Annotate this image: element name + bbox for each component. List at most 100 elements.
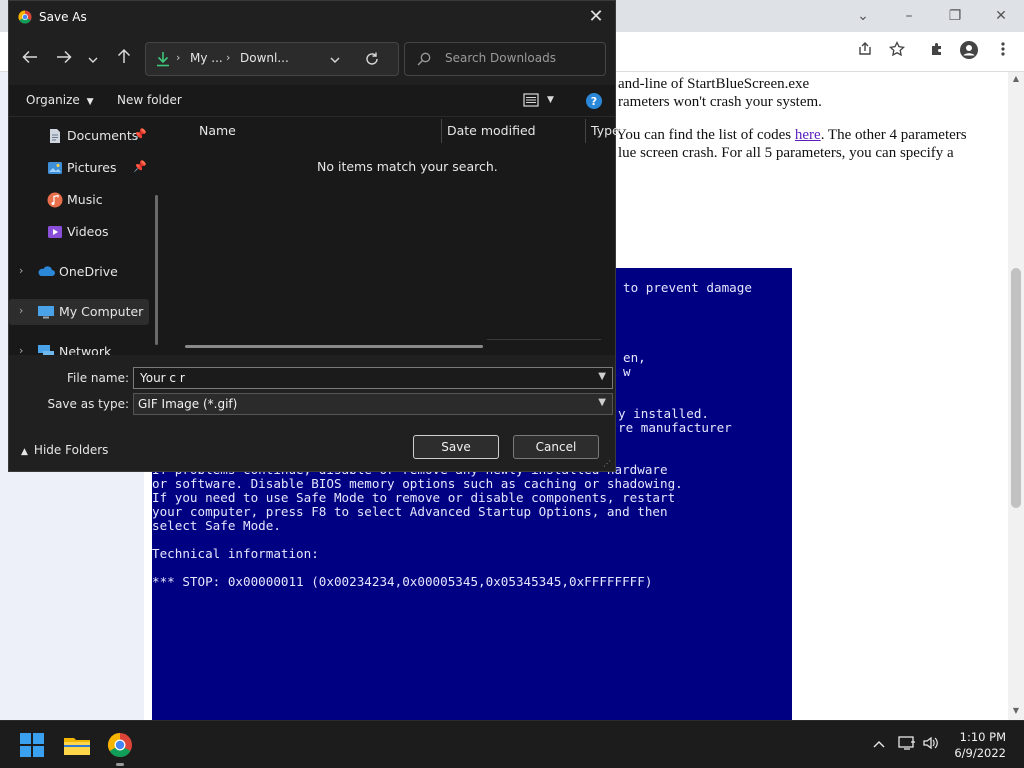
expand-chevron-icon[interactable]: › [19, 304, 23, 317]
dialog-command-bar: Organize ▼ New folder ▼ ? [9, 85, 615, 117]
refresh-icon[interactable] [364, 51, 380, 70]
hide-folders-label: Hide Folders [33, 443, 109, 457]
up-arrow-icon[interactable] [111, 47, 137, 71]
back-arrow-icon[interactable] [17, 47, 43, 71]
bsod-stop-code: *** STOP: 0x00000011 (0x00234234,0x00005… [152, 574, 653, 589]
page-text-line: and-line of StartBlueScreen.exe [618, 76, 810, 92]
forward-arrow-icon[interactable] [51, 47, 77, 71]
organize-button[interactable]: Organize ▼ [26, 93, 94, 107]
bookmark-star-icon[interactable] [884, 40, 910, 64]
bsod-text-line: If you need to use Safe Mode to remove o… [152, 490, 676, 505]
nav-item-documents[interactable]: Documents 📌 [9, 123, 149, 149]
minimize-button[interactable]: – [886, 4, 932, 28]
navigation-pane-scrollbar[interactable] [155, 195, 158, 345]
nav-item-label: My Computer [59, 304, 144, 319]
chevron-up-icon: ▲ [21, 447, 28, 457]
file-explorer-icon[interactable] [61, 729, 93, 761]
nav-item-videos[interactable]: Videos [9, 219, 149, 245]
save-as-type-label: Save as type: [47, 397, 129, 411]
column-header-name[interactable]: Name [199, 123, 236, 138]
save-options-panel: File name: Your c r ▼ Save as type: GIF … [9, 355, 615, 471]
chrome-icon [17, 9, 33, 25]
pin-icon: 📌 [133, 128, 147, 141]
scroll-up-arrow-icon[interactable]: ▲ [1008, 72, 1024, 86]
nav-item-label: Pictures [67, 160, 117, 175]
nav-item-label: Videos [67, 224, 109, 239]
bsod-text-line: select Safe Mode. [152, 518, 281, 533]
taskbar: 1:10 PM 6/9/2022 [0, 720, 1024, 768]
dialog-close-button[interactable]: ✕ [581, 3, 611, 31]
column-header-date-modified[interactable]: Date modified [447, 123, 536, 138]
bsod-text-line: your computer, press F8 to select Advanc… [152, 504, 668, 519]
documents-icon [47, 128, 63, 144]
breadcrumb-segment[interactable]: My ... [190, 51, 223, 65]
expand-chevron-icon[interactable]: › [19, 264, 23, 277]
pictures-icon [47, 160, 63, 176]
resize-grip-icon[interactable]: ⋰ [603, 459, 611, 468]
nav-item-my-computer[interactable]: › My Computer [9, 299, 149, 325]
cancel-button[interactable]: Cancel [513, 435, 599, 459]
column-divider[interactable] [441, 119, 442, 143]
chrome-icon[interactable] [104, 729, 136, 766]
page-text-line: rameters won't crash your system. [618, 94, 822, 110]
search-input[interactable]: Search Downloads [404, 42, 606, 76]
recent-locations-chevron-icon[interactable] [83, 47, 103, 71]
dialog-title: Save As [39, 10, 87, 24]
address-bar[interactable]: › My ... › Downl... [145, 42, 399, 76]
profile-avatar-icon[interactable] [956, 40, 982, 64]
bsod-text-line: y installed. [618, 406, 709, 421]
network-icon[interactable] [896, 735, 918, 755]
horizontal-scrollbar[interactable] [185, 345, 483, 348]
view-options-icon[interactable] [523, 93, 539, 110]
view-dropdown-chevron-icon[interactable]: ▼ [547, 95, 554, 105]
close-window-button[interactable]: ✕ [978, 4, 1024, 28]
dialog-titlebar[interactable]: Save As ✕ [9, 1, 615, 33]
scroll-down-arrow-icon[interactable]: ▼ [1008, 704, 1024, 718]
windows-start-icon[interactable] [16, 729, 48, 761]
tab-list-button[interactable]: ⌄ [840, 4, 886, 28]
new-folder-button[interactable]: New folder [117, 93, 182, 107]
file-name-value: Your c r [140, 371, 185, 385]
downloads-icon [156, 51, 170, 70]
nav-item-network[interactable]: › Network [9, 339, 149, 355]
clock-time[interactable]: 1:10 PM [960, 730, 1006, 744]
save-button[interactable]: Save [413, 435, 499, 459]
nav-item-music[interactable]: Music [9, 187, 149, 213]
codes-link[interactable]: here [795, 127, 821, 143]
nav-item-label: Music [67, 192, 103, 207]
show-hidden-icons-chevron-icon[interactable] [868, 735, 890, 755]
file-name-input[interactable]: Your c r ▼ [133, 367, 613, 389]
bsod-text-line: or software. Disable BIOS memory options… [152, 476, 683, 491]
column-header-type[interactable]: Type [591, 123, 620, 138]
share-icon[interactable] [852, 40, 878, 64]
chevron-down-icon[interactable]: ▼ [598, 371, 606, 382]
breadcrumb-chevron-icon: › [226, 51, 231, 64]
nav-item-onedrive[interactable]: › OneDrive [9, 259, 149, 285]
nav-item-label: OneDrive [59, 264, 118, 279]
address-dropdown-chevron-icon[interactable] [330, 53, 340, 67]
pin-icon: 📌 [133, 160, 147, 173]
clock-date[interactable]: 6/9/2022 [954, 746, 1006, 760]
svg-text:?: ? [591, 95, 597, 108]
breadcrumb-segment[interactable]: Downl... [240, 51, 289, 65]
page-text-line: lue screen crash. For all 5 parameters, … [618, 145, 954, 161]
maximize-button[interactable]: ❐ [932, 4, 978, 28]
browser-menu-icon[interactable] [990, 40, 1016, 64]
volume-icon[interactable] [920, 735, 942, 755]
bsod-text-line: w [623, 364, 631, 379]
file-name-label: File name: [67, 371, 129, 385]
scroll-thumb[interactable] [1011, 268, 1021, 508]
save-as-type-select[interactable]: GIF Image (*.gif) ▼ [133, 393, 613, 415]
expand-chevron-icon[interactable]: › [19, 344, 23, 355]
help-icon[interactable]: ? [585, 92, 603, 113]
column-divider[interactable] [585, 119, 586, 143]
hide-folders-button[interactable]: ▲ Hide Folders [21, 443, 108, 457]
page-scrollbar[interactable]: ▲ ▼ [1008, 72, 1024, 720]
nav-item-pictures[interactable]: Pictures 📌 [9, 155, 149, 181]
music-icon [47, 192, 63, 208]
extensions-puzzle-icon[interactable] [924, 40, 950, 64]
bsod-text-line: Technical information: [152, 546, 319, 561]
running-indicator [116, 763, 124, 766]
bsod-text-line: to prevent damage [623, 280, 752, 295]
breadcrumb-chevron-icon: › [176, 51, 181, 64]
